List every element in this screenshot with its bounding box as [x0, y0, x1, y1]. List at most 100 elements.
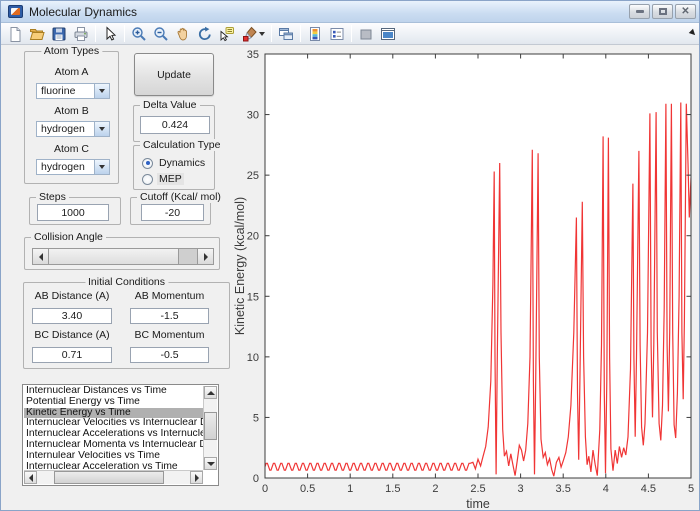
hide-plot-tools-button[interactable] [355, 24, 377, 44]
plot-type-listbox[interactable]: Internuclear Distances vs TimePotential … [22, 384, 219, 486]
atom-c-label: Atom C [25, 143, 118, 155]
save-figure-button[interactable] [48, 24, 70, 44]
list-item[interactable]: Internulear Velocities vs Time [24, 451, 203, 462]
data-cursor-button[interactable] [216, 24, 238, 44]
y-tick-label: 30 [247, 110, 259, 122]
update-button[interactable]: Update [134, 53, 214, 96]
ab-distance-label: AB Distance (A) [32, 290, 112, 302]
y-tick-label: 10 [247, 352, 259, 364]
atom-b-dropdown-arrow-icon[interactable] [94, 122, 109, 136]
listbox-horizontal-scrollbar[interactable] [24, 470, 203, 484]
slider-thumb[interactable] [49, 249, 179, 264]
toolbar-separator [124, 25, 125, 42]
atom-c-value: hydrogen [37, 160, 94, 174]
print-figure-button[interactable] [70, 24, 92, 44]
delta-value-field[interactable]: 0.424 [140, 116, 210, 134]
dock-figure-icon [380, 26, 396, 42]
cutoff-title: Cutoff (Kcal/ mol) [137, 191, 224, 203]
scroll-left-button[interactable] [24, 471, 37, 484]
zoom-out-button[interactable] [150, 24, 172, 44]
up-arrow-icon [207, 391, 215, 395]
cutoff-field[interactable]: -20 [141, 204, 204, 221]
rotate-3d-button[interactable] [194, 24, 216, 44]
list-item[interactable]: Internuclear Acceleration vs Time [24, 462, 203, 470]
insert-colorbar-button[interactable] [304, 24, 326, 44]
link-plot-button[interactable] [275, 24, 297, 44]
atom-a-dropdown-arrow-icon[interactable] [94, 84, 109, 98]
y-tick-label: 5 [253, 412, 259, 424]
scroll-up-button[interactable] [204, 386, 217, 399]
delta-value-title: Delta Value [140, 99, 200, 111]
titlebar[interactable]: Molecular Dynamics ✕ [1, 1, 699, 23]
minimize-button[interactable] [629, 4, 650, 19]
slider-right-arrow[interactable] [197, 249, 213, 264]
rotate-3d-icon [197, 26, 213, 42]
new-figure-button[interactable] [4, 24, 26, 44]
hide-plot-tools-icon [358, 26, 374, 42]
radio-dynamics[interactable]: Dynamics [142, 156, 207, 170]
atom-c-dropdown-arrow-icon[interactable] [94, 160, 109, 174]
cutoff-panel: Cutoff (Kcal/ mol) -20 [130, 197, 211, 225]
x-tick-label: 4.5 [641, 483, 656, 495]
radio-mep-icon[interactable] [142, 174, 153, 185]
x-axis-label: time [466, 497, 490, 511]
delta-value-panel: Delta Value 0.424 [133, 105, 215, 142]
edit-plot-button[interactable] [99, 24, 121, 44]
scroll-right-button[interactable] [190, 471, 203, 484]
atom-a-label: Atom A [25, 66, 118, 78]
bc-distance-field[interactable]: 0.71 [32, 347, 112, 363]
radio-dynamics-icon[interactable] [142, 158, 153, 169]
collision-angle-slider[interactable] [32, 248, 214, 265]
list-item[interactable]: Internuclear Velocities vs Internuclear … [24, 418, 203, 429]
open-file-button[interactable] [26, 24, 48, 44]
steps-field[interactable]: 1000 [37, 204, 109, 221]
horizontal-scroll-thumb[interactable] [54, 471, 164, 484]
brush-data-button[interactable] [238, 24, 268, 44]
y-tick-label: 0 [253, 473, 259, 485]
close-button[interactable]: ✕ [675, 4, 696, 19]
calculation-type-panel: Calculation Type Dynamics MEP [133, 145, 215, 190]
right-arrow-icon [204, 253, 208, 261]
maximize-button[interactable] [652, 4, 673, 19]
pan-hand-icon [175, 26, 191, 42]
dock-figure-button[interactable] [377, 24, 399, 44]
y-tick-label: 20 [247, 231, 259, 243]
ab-distance-field[interactable]: 3.40 [32, 308, 112, 324]
x-tick-label: 1.5 [385, 483, 400, 495]
right-arrow-icon [195, 474, 199, 482]
calculation-type-title: Calculation Type [140, 139, 223, 151]
radio-mep[interactable]: MEP [142, 172, 184, 186]
vertical-scroll-thumb[interactable] [204, 412, 217, 440]
matlab-figure-icon [8, 5, 23, 18]
close-icon: ✕ [681, 7, 689, 17]
bc-momentum-field[interactable]: -0.5 [130, 347, 209, 363]
brush-dropdown-caret-icon[interactable] [259, 32, 265, 36]
pan-hand-button[interactable] [172, 24, 194, 44]
y-tick-label: 25 [247, 170, 259, 182]
insert-legend-button[interactable] [326, 24, 348, 44]
slider-track[interactable] [179, 249, 197, 264]
list-item[interactable]: Internuclear Momenta vs Internuclear Dis… [24, 440, 203, 451]
atom-types-title: Atom Types [41, 45, 102, 57]
open-file-icon [29, 26, 45, 42]
listbox-vertical-scrollbar[interactable] [203, 386, 217, 470]
atom-b-dropdown[interactable]: hydrogen [36, 121, 110, 137]
list-item[interactable]: Kinetic Energy vs Time [24, 408, 203, 419]
list-item[interactable]: Internuclear Accelerations vs Internucle… [24, 429, 203, 440]
atom-a-dropdown[interactable]: fluorine [36, 83, 110, 99]
plot-canvas[interactable]: 00.511.522.533.544.5505101520253035timeK… [231, 45, 700, 511]
atom-types-panel: Atom Types Atom A fluorine Atom B hydrog… [24, 51, 119, 184]
collision-angle-title: Collision Angle [31, 231, 106, 243]
atom-c-dropdown[interactable]: hydrogen [36, 159, 110, 175]
zoom-in-button[interactable] [128, 24, 150, 44]
ab-momentum-field[interactable]: -1.5 [130, 308, 209, 324]
slider-left-arrow[interactable] [33, 249, 49, 264]
insert-colorbar-icon [307, 26, 323, 42]
initial-conditions-panel: Initial Conditions AB Distance (A) AB Mo… [23, 282, 230, 369]
list-item[interactable]: Internuclear Distances vs Time [24, 386, 203, 397]
collision-angle-panel: Collision Angle [24, 237, 220, 270]
initial-conditions-title: Initial Conditions [85, 276, 168, 288]
scroll-down-button[interactable] [204, 457, 217, 470]
plot-type-listbox-items: Internuclear Distances vs TimePotential … [24, 386, 203, 470]
list-item[interactable]: Potential Energy vs Time [24, 397, 203, 408]
